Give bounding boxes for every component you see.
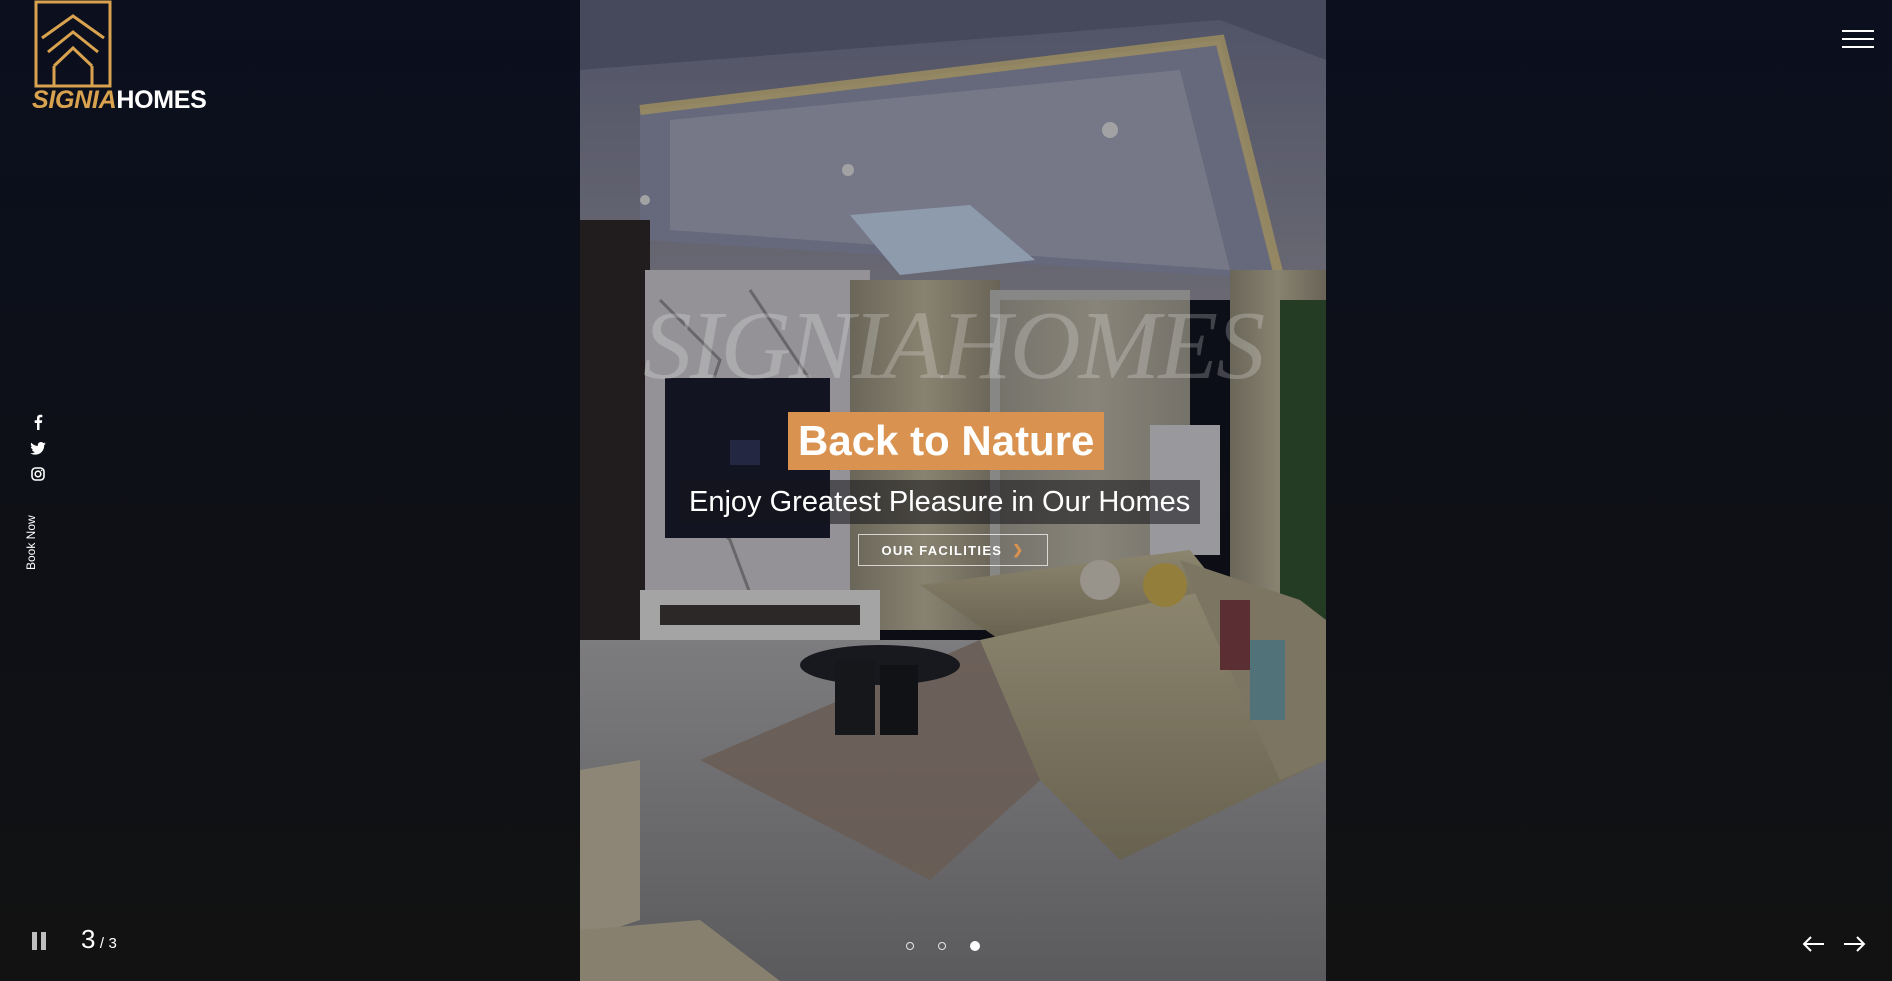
site-logo[interactable]: SIGNIAHOMES	[32, 0, 222, 120]
hero-slide: SIGNIAHOMES Back to Nature Enjoy Greates…	[580, 0, 1326, 981]
logo-text: SIGNIAHOMES	[32, 86, 207, 115]
arrow-left-icon[interactable]	[1802, 935, 1826, 953]
logo-text-homes: HOMES	[116, 86, 207, 114]
slide-separator: /	[99, 935, 105, 952]
hero-watermark: SIGNIAHOMES	[642, 292, 1265, 400]
hero-title: Back to Nature	[788, 412, 1105, 470]
logo-house-icon	[34, 0, 112, 88]
slide-counter: 3 / 3	[81, 924, 117, 955]
instagram-icon[interactable]	[30, 466, 46, 482]
social-links	[30, 414, 46, 492]
slide-total: 3	[108, 935, 117, 952]
arrow-right-icon[interactable]	[1842, 935, 1866, 953]
our-facilities-label: OUR FACILITIES	[881, 542, 1003, 558]
twitter-icon[interactable]	[30, 440, 46, 456]
slide-dots	[906, 941, 980, 951]
pause-icon[interactable]	[32, 932, 48, 950]
slide-arrows	[1802, 935, 1866, 953]
our-facilities-button[interactable]: OUR FACILITIES ❯	[858, 534, 1048, 566]
hero-subtitle: Enjoy Greatest Pleasure in Our Homes	[679, 480, 1201, 524]
slide-dot-1[interactable]	[906, 942, 914, 950]
slide-current: 3	[81, 924, 96, 954]
hamburger-menu-icon[interactable]	[1842, 28, 1874, 50]
facebook-icon[interactable]	[30, 414, 46, 430]
chevron-right-icon: ❯	[1012, 542, 1025, 557]
slide-dot-3[interactable]	[970, 941, 980, 951]
book-now-link[interactable]: Book Now	[24, 515, 38, 570]
logo-text-signia: SIGNIA	[32, 86, 117, 114]
slide-dot-2[interactable]	[938, 942, 946, 950]
